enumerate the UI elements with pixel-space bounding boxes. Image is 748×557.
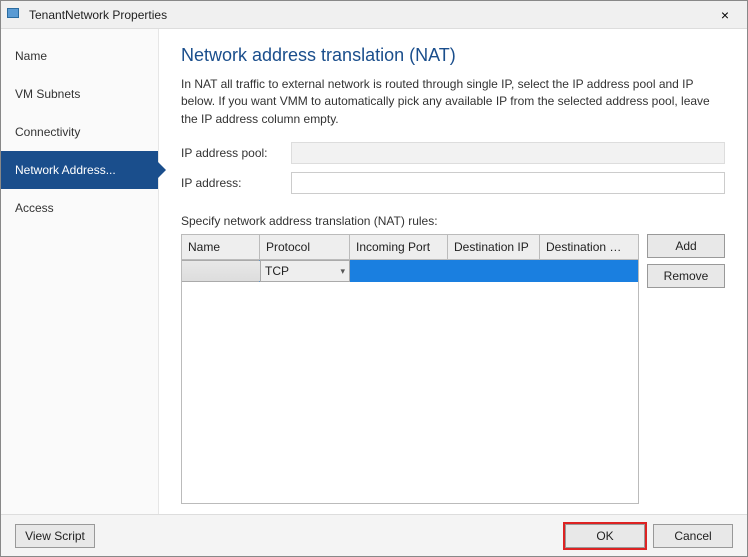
titlebar: TenantNetwork Properties × xyxy=(1,1,747,29)
col-header-destination-ip[interactable]: Destination IP xyxy=(448,235,540,259)
dialog-content: Name VM Subnets Connectivity Network Add… xyxy=(1,29,747,514)
add-button[interactable]: Add xyxy=(647,234,725,258)
grid-header: Name Protocol Incoming Port Destination … xyxy=(182,235,638,260)
col-header-protocol[interactable]: Protocol xyxy=(260,235,350,259)
remove-button[interactable]: Remove xyxy=(647,264,725,288)
col-header-destination-port[interactable]: Destination P... xyxy=(540,235,628,259)
app-icon xyxy=(7,7,23,23)
sidebar: Name VM Subnets Connectivity Network Add… xyxy=(1,29,159,514)
sidebar-item-access[interactable]: Access xyxy=(1,189,158,227)
sidebar-item-vm-subnets[interactable]: VM Subnets xyxy=(1,75,158,113)
window-title: TenantNetwork Properties xyxy=(29,8,709,22)
ip-pool-row: IP address pool: xyxy=(181,142,725,164)
grid-side-buttons: Add Remove xyxy=(647,234,725,504)
col-header-incoming-port[interactable]: Incoming Port xyxy=(350,235,448,259)
cell-destination-ip[interactable] xyxy=(448,260,540,282)
table-row[interactable]: TCP ▾ xyxy=(182,260,638,282)
cell-protocol-value: TCP xyxy=(265,264,289,278)
main-panel: Network address translation (NAT) In NAT… xyxy=(159,29,747,514)
rules-grid[interactable]: Name Protocol Incoming Port Destination … xyxy=(181,234,639,504)
sidebar-item-name[interactable]: Name xyxy=(1,37,158,75)
footer: View Script OK Cancel xyxy=(1,514,747,556)
ip-pool-select[interactable] xyxy=(291,142,725,164)
ip-pool-label: IP address pool: xyxy=(181,146,291,160)
cell-destination-port[interactable] xyxy=(540,260,628,282)
cell-name[interactable] xyxy=(182,260,260,282)
close-icon[interactable]: × xyxy=(709,7,741,23)
rules-area: Name Protocol Incoming Port Destination … xyxy=(181,234,725,504)
ip-address-label: IP address: xyxy=(181,176,291,190)
chevron-down-icon: ▾ xyxy=(340,266,345,277)
cell-incoming-port[interactable] xyxy=(350,260,448,282)
view-script-button[interactable]: View Script xyxy=(15,524,95,548)
page-description: In NAT all traffic to external network i… xyxy=(181,76,725,128)
col-header-name[interactable]: Name xyxy=(182,235,260,259)
ok-button[interactable]: OK xyxy=(565,524,645,548)
cell-protocol-dropdown[interactable]: TCP ▾ xyxy=(260,260,350,282)
ip-address-input[interactable] xyxy=(291,172,725,194)
ip-address-row: IP address: xyxy=(181,172,725,194)
sidebar-item-connectivity[interactable]: Connectivity xyxy=(1,113,158,151)
grid-body: TCP ▾ xyxy=(182,260,638,503)
cancel-button[interactable]: Cancel xyxy=(653,524,733,548)
page-heading: Network address translation (NAT) xyxy=(181,45,725,66)
rules-label: Specify network address translation (NAT… xyxy=(181,214,725,228)
sidebar-item-network-address[interactable]: Network Address... xyxy=(1,151,158,189)
